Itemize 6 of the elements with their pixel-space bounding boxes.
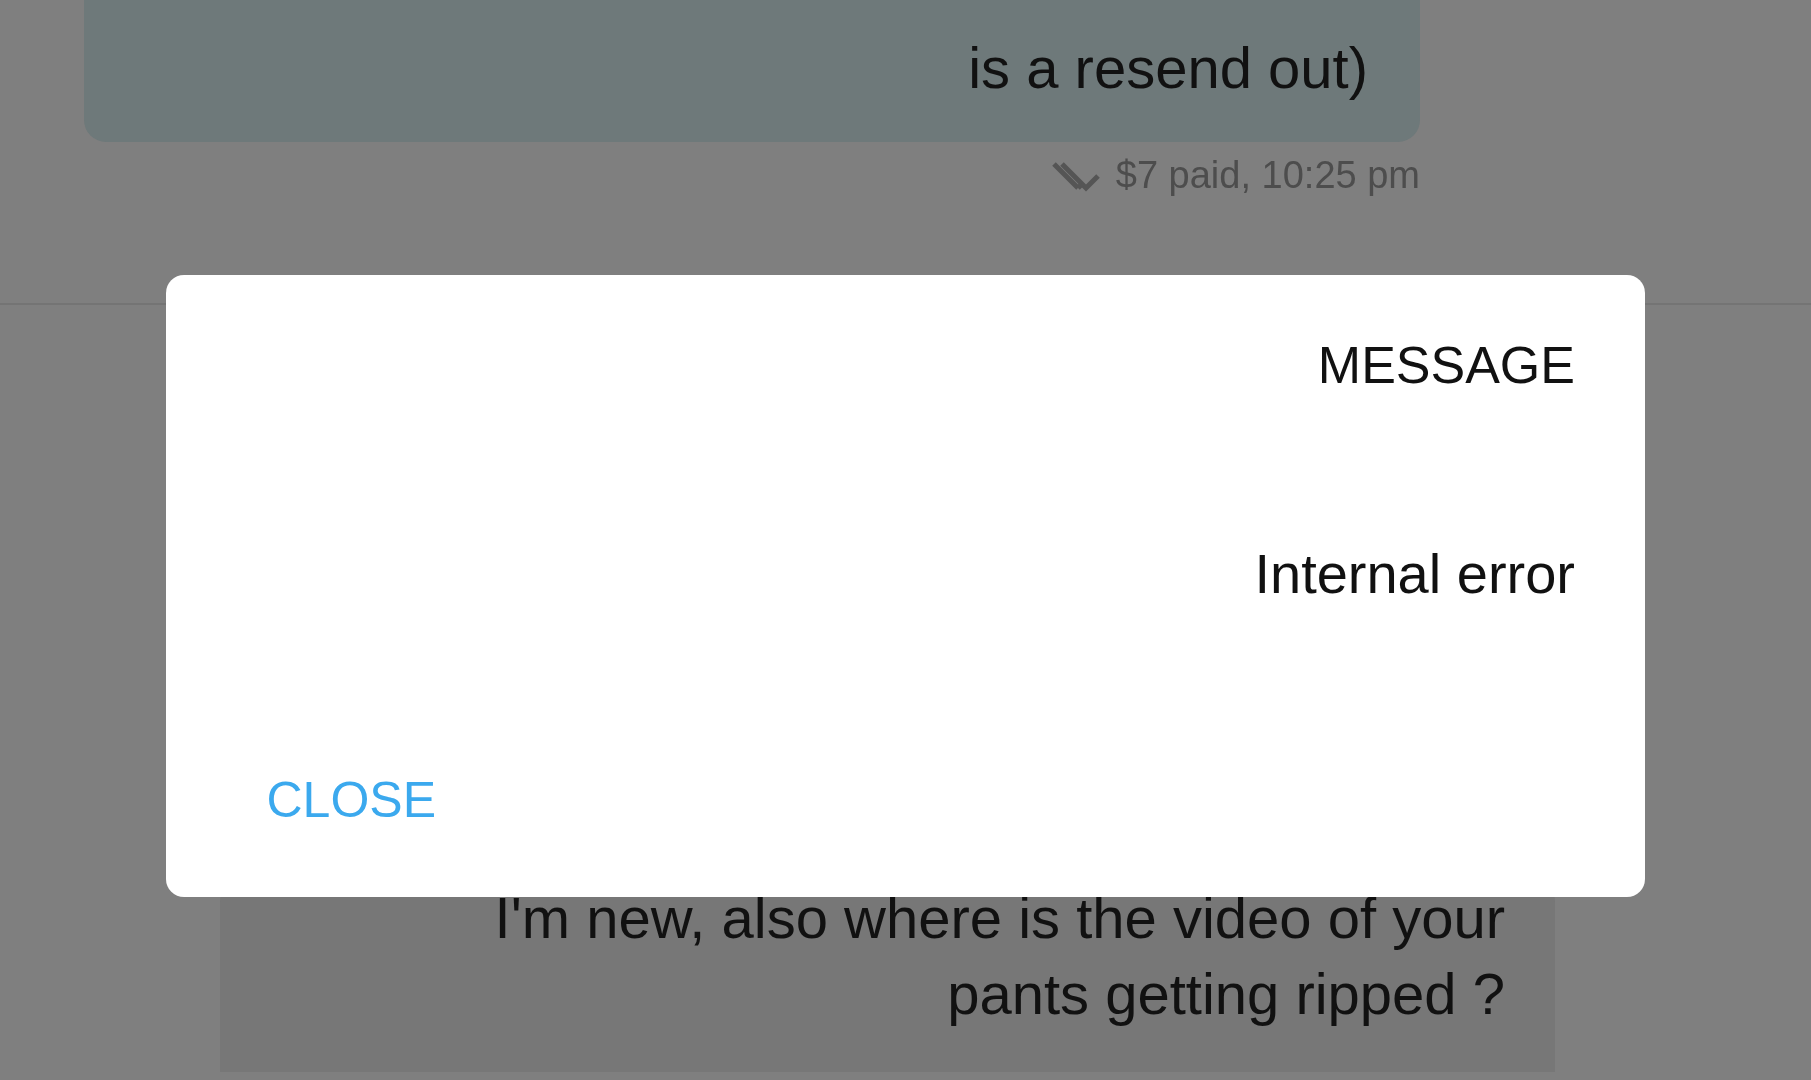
message-text: I'm new, also where is the video of your <box>494 884 1505 952</box>
message-text: is a resend out) <box>968 34 1368 102</box>
message-text: pants getting ripped ? <box>947 960 1505 1028</box>
dialog-message: Internal error <box>1254 541 1575 606</box>
close-button[interactable]: CLOSE <box>266 771 436 829</box>
dialog-title: MESSAGE <box>1317 335 1575 396</box>
